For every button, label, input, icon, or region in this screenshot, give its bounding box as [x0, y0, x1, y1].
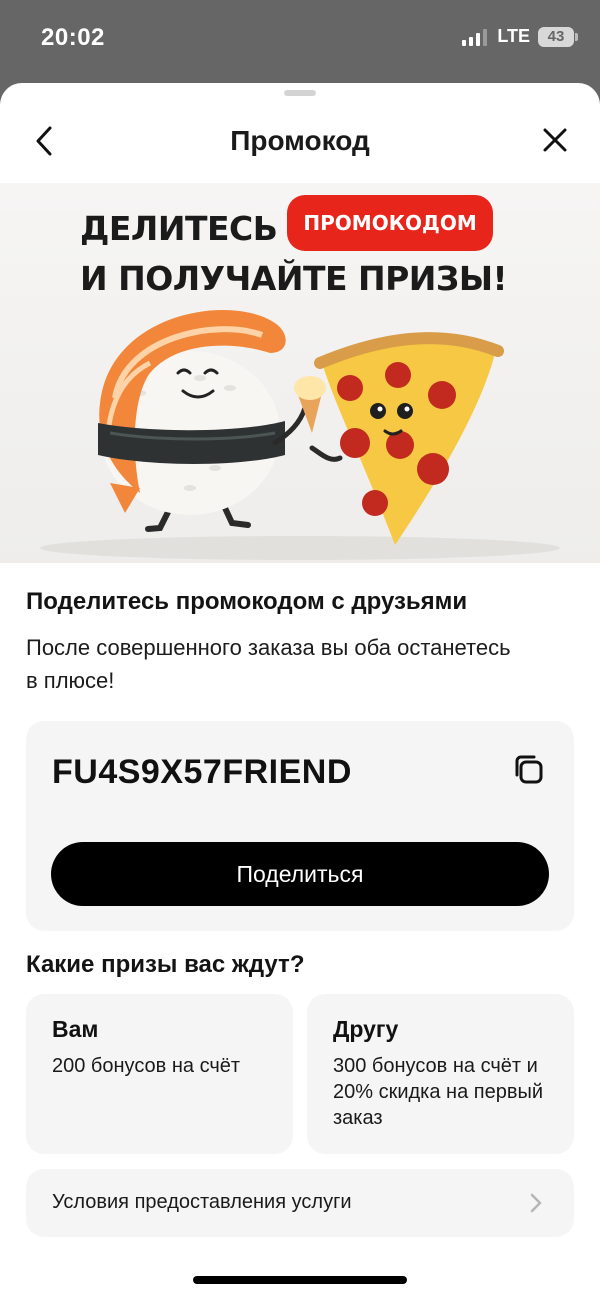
prize-title: Вам: [52, 1016, 99, 1042]
nav-bar: Промокод: [0, 113, 600, 169]
prize-title: Другу: [333, 1016, 399, 1042]
signal-icon: [462, 28, 488, 46]
terms-label: Условия предоставления услуги: [52, 1191, 352, 1213]
close-icon[interactable]: [540, 125, 570, 155]
network-type: LTE: [497, 26, 530, 46]
prize-card-you: Вам 200 бонусов на счёт: [26, 994, 293, 1154]
prize-text: 300 бонусов на счёт и 20% скидка на перв…: [333, 1055, 544, 1129]
terms-row[interactable]: Условия предоставления услуги: [26, 1169, 574, 1237]
status-bar: 20:02 LTE 43: [0, 0, 600, 82]
promo-code: FU4S9X57FRIEND: [52, 753, 352, 791]
page-title: Промокод: [230, 125, 370, 156]
sheet-grabber[interactable]: [284, 90, 316, 96]
promo-code-card: FU4S9X57FRIEND Поделиться: [26, 721, 574, 931]
share-button[interactable]: Поделиться: [51, 842, 549, 906]
promo-sheet: Промокод ДЕЛИТЕСЬ ПРОМОКОДОМ И ПОЛУЧАЙТЕ…: [0, 83, 600, 1298]
promo-banner: ДЕЛИТЕСЬ ПРОМОКОДОМ И ПОЛУЧАЙТЕ ПРИЗЫ!: [0, 183, 600, 563]
status-indicators: LTE 43: [462, 26, 578, 47]
battery-level: 43: [547, 28, 565, 45]
battery-icon: 43: [538, 26, 578, 47]
prizes-title: Какие призы вас ждут?: [26, 951, 305, 978]
sushi-pizza-illustration: [40, 309, 560, 560]
headline-line1: ДЕЛИТЕСЬ: [80, 209, 278, 248]
status-time: 20:02: [41, 24, 105, 51]
share-title: Поделитесь промокодом с друзьями: [26, 588, 468, 615]
prize-card-friend: Другу 300 бонусов на счёт и 20% скидка н…: [307, 994, 574, 1154]
copy-icon[interactable]: [512, 753, 546, 787]
prize-text: 200 бонусов на счёт: [52, 1055, 241, 1077]
headline-pill: ПРОМОКОДОМ: [287, 195, 493, 251]
home-indicator[interactable]: [193, 1276, 407, 1284]
chevron-right-icon: [530, 1193, 542, 1213]
share-description: После совершенного заказа вы оба останет…: [26, 635, 511, 693]
